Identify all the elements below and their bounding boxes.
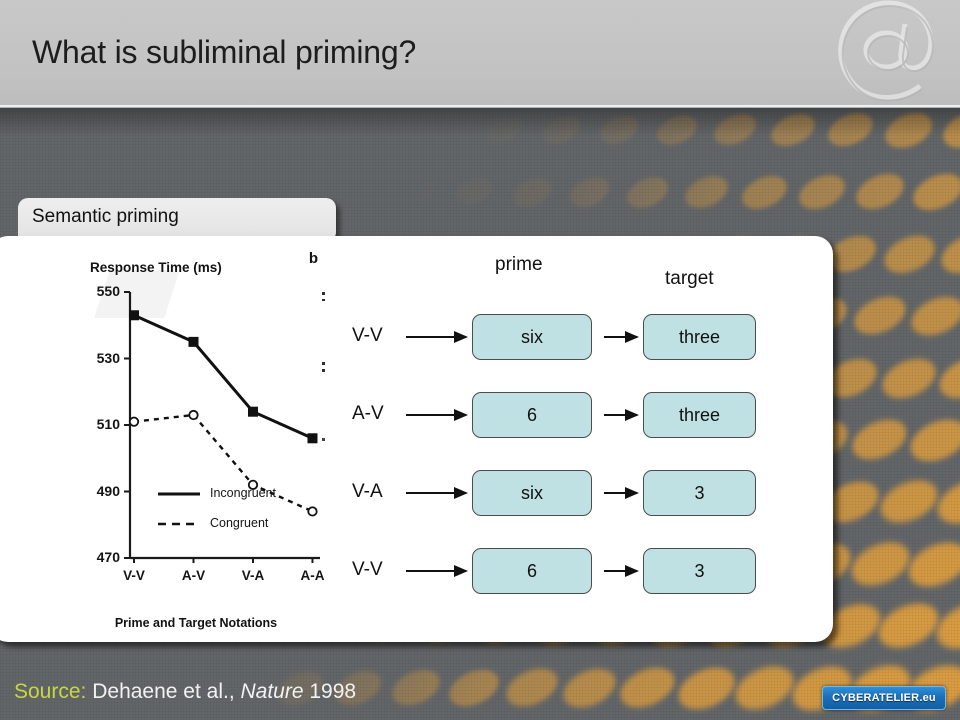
brand-logo-text: CYBERATELIER.eu bbox=[832, 692, 936, 704]
chart-data-point bbox=[307, 506, 318, 517]
background-dot bbox=[844, 534, 916, 594]
background-dot bbox=[846, 412, 914, 468]
chart-series-line bbox=[133, 313, 314, 440]
background-dot bbox=[500, 661, 564, 715]
background-dot bbox=[386, 663, 446, 713]
background-dot bbox=[508, 172, 556, 212]
background-dot bbox=[903, 411, 960, 469]
chart-data-point bbox=[129, 310, 139, 321]
chart-data-point bbox=[307, 433, 318, 444]
background-dot bbox=[337, 175, 379, 209]
background-dot bbox=[679, 170, 733, 214]
background-dot bbox=[901, 533, 960, 595]
chart-data-point bbox=[188, 336, 199, 347]
chart-y-tick-label: 550 bbox=[96, 283, 120, 299]
background-dot bbox=[937, 108, 960, 155]
chart-legend-label: Congruent bbox=[210, 516, 269, 530]
background-dot bbox=[878, 228, 940, 280]
chart-y-tick-label: 530 bbox=[96, 349, 120, 366]
chart-y-tick-label: 470 bbox=[96, 549, 120, 565]
chart-data-point bbox=[247, 406, 258, 417]
background-dot bbox=[874, 472, 944, 532]
background-dot bbox=[907, 166, 960, 218]
background-dot bbox=[728, 658, 800, 718]
background-dot bbox=[823, 108, 879, 154]
background-dot bbox=[565, 171, 615, 213]
background-dot bbox=[848, 289, 912, 343]
page-title: What is subliminal priming? bbox=[32, 34, 417, 70]
diagram-arrows bbox=[406, 331, 639, 577]
background-dot bbox=[595, 110, 643, 150]
chart-data-point bbox=[128, 416, 140, 427]
background-dot bbox=[736, 169, 792, 215]
source-reference: Dehaene et al., Nature 1998 bbox=[92, 680, 356, 703]
source-label: Source: bbox=[14, 680, 87, 703]
source-authors: Dehaene et al., bbox=[92, 680, 235, 703]
slide: What is subliminal priming? Semantic pri… bbox=[0, 0, 960, 720]
at-sign-watermark-icon bbox=[838, 0, 934, 102]
source-credit: Source: Dehaene et al., Nature 1998 bbox=[14, 680, 356, 704]
chart-y-tick-label: 490 bbox=[96, 482, 120, 499]
source-year: 1998 bbox=[309, 680, 357, 703]
background-dot bbox=[622, 171, 674, 213]
chart-x-axis-label: Prime and Target Notations bbox=[114, 616, 278, 630]
background-dot bbox=[451, 173, 497, 211]
section-tab-label: Semantic priming bbox=[32, 206, 179, 227]
background-dot bbox=[671, 659, 741, 717]
background-dot bbox=[424, 112, 466, 148]
chart-y-tick-label: 510 bbox=[96, 416, 120, 432]
background-dot bbox=[481, 112, 525, 148]
background-dot bbox=[614, 660, 682, 716]
background-dot bbox=[933, 349, 960, 407]
background-dot bbox=[876, 350, 942, 406]
background-dot bbox=[367, 113, 407, 147]
background-dot bbox=[538, 111, 584, 149]
chart-x-tick-label: V-A bbox=[241, 568, 265, 583]
brand-logo[interactable]: CYBERATELIER.eu bbox=[822, 686, 946, 710]
chart-x-tick-label: A-V bbox=[181, 568, 206, 583]
header-divider bbox=[0, 105, 960, 108]
background-dot bbox=[557, 661, 623, 715]
background-dot bbox=[850, 167, 910, 217]
chart-data-point bbox=[188, 409, 199, 421]
background-dot bbox=[709, 108, 761, 152]
background-dot bbox=[872, 595, 946, 657]
background-dot bbox=[905, 289, 960, 343]
priming-diagram: prime target V-V six three A-V 6 three V-A six 3 V-… bbox=[340, 250, 810, 630]
background-dot bbox=[935, 227, 960, 281]
background-dot bbox=[766, 108, 820, 153]
chart-x-tick-label: V-V bbox=[123, 568, 145, 583]
chart-legend-label: Incongruent bbox=[210, 486, 277, 500]
background-dot bbox=[880, 108, 938, 154]
response-time-chart: Response Time (ms) b Prime and Target No… bbox=[62, 248, 330, 632]
source-journal: Nature bbox=[240, 680, 304, 703]
chart-panel-letter: b bbox=[308, 250, 318, 267]
background-dot bbox=[310, 114, 348, 146]
background-dot bbox=[652, 109, 702, 151]
slide-header: What is subliminal priming? bbox=[0, 0, 960, 105]
chart-y-axis-label: Response Time (ms) bbox=[90, 260, 222, 275]
figure-edge-specks bbox=[322, 292, 325, 441]
background-dot bbox=[394, 174, 438, 210]
chart-x-tick-label: A-A bbox=[300, 568, 325, 583]
background-dot bbox=[793, 168, 851, 216]
background-dot bbox=[443, 662, 505, 714]
